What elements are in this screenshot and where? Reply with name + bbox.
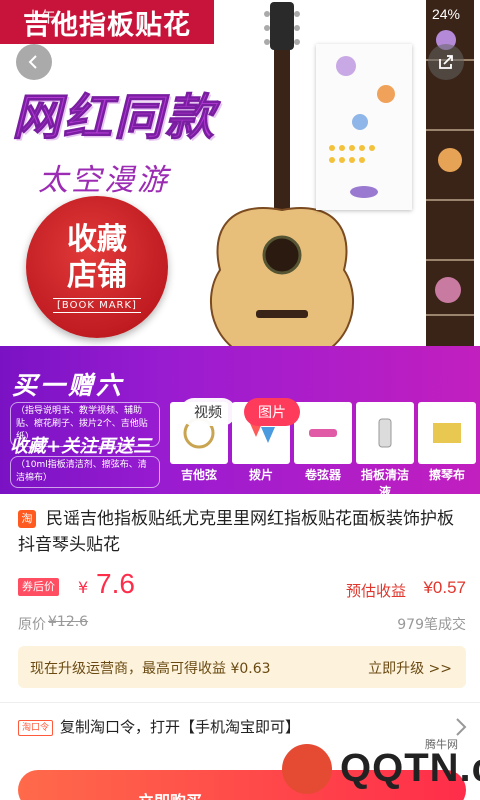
accessory-label: 卷弦器 xyxy=(304,468,341,482)
back-button[interactable] xyxy=(16,44,52,80)
price-row: 券后价 ¥ 7.6 预估收益 ¥0.57 xyxy=(18,568,466,606)
promo-headline-2: 收藏+关注再送三 xyxy=(10,436,152,457)
coupon-price: 7.6 xyxy=(96,568,135,599)
coupon-price-tag: 券后价 xyxy=(18,578,59,596)
tab-video[interactable]: 视频 xyxy=(180,398,236,426)
seal-line2: 店铺 xyxy=(67,257,127,293)
status-icons: 4G 1X 24% xyxy=(320,6,460,22)
tab-image[interactable]: 图片 xyxy=(244,398,300,426)
share-button[interactable] xyxy=(428,44,464,80)
price-currency: ¥ xyxy=(78,578,89,597)
divider xyxy=(0,702,480,703)
estimated-earnings-value: ¥0.57 xyxy=(423,578,466,597)
accessory-label: 指板清洁液 xyxy=(360,468,409,494)
network-type: 4G 1X xyxy=(372,8,398,19)
status-time: 上午 xyxy=(26,9,57,26)
upgrade-now-link[interactable]: 立即升级 >> xyxy=(368,658,452,678)
hero-slogan-sub: 太空漫游 xyxy=(38,163,170,198)
promo-headline-1: 买一赠六 xyxy=(12,371,125,400)
accessory-image xyxy=(418,402,476,464)
accessory-image xyxy=(294,402,352,464)
chevron-left-icon xyxy=(28,55,37,69)
product-detail-page: 上午 4G 1X 24% 吉他指板贴花 网红同款 太空漫游 收藏 店铺 [BOO… xyxy=(0,0,480,800)
upgrade-text: 现在升级运营商，最高可得收益 ¥0.63 xyxy=(30,661,271,677)
taobao-badge: 淘 xyxy=(18,510,36,528)
hero-slogan-main: 网红同款 xyxy=(11,89,217,147)
string-winder-icon xyxy=(309,429,337,437)
space-sticker-art xyxy=(329,56,395,198)
original-price-label: 原价 xyxy=(18,617,46,633)
cell-signal-icon xyxy=(407,7,423,21)
share-icon xyxy=(439,55,453,69)
accessory-label: 吉他弦 xyxy=(180,468,217,482)
seal-line1: 收藏 xyxy=(67,221,127,257)
status-bar: 上午 4G 1X 24% xyxy=(0,0,480,32)
cloth-icon xyxy=(433,423,461,443)
seal-sub: [BOOK MARK] xyxy=(53,297,141,313)
original-price-row: 原价 ¥12.6 979笔成交 xyxy=(18,612,466,634)
accessory-label: 拨片 xyxy=(248,468,273,482)
product-image-carousel[interactable]: 上午 4G 1X 24% 吉他指板贴花 网红同款 太空漫游 收藏 店铺 [BOO… xyxy=(0,0,480,494)
cleaner-bottle-icon xyxy=(378,418,392,448)
accessory-labels: 吉他弦 拨片 卷弦器 指板清洁液 擦琴布 xyxy=(170,466,480,494)
promo-details-2: （10ml指板清洁剂、擦弦布、清洁棉布） xyxy=(10,456,160,488)
battery-level: 24% xyxy=(431,6,460,22)
watermark-logo xyxy=(282,744,332,794)
buy-button-label: 立即购买 xyxy=(138,788,202,800)
fretboard-sticker-card xyxy=(316,44,412,210)
signal-icon xyxy=(348,7,364,21)
product-title: 淘民谣吉他指板贴纸尤克里里网红指板贴花面板装饰护板抖音琴头贴花 xyxy=(18,506,466,558)
wifi-icon xyxy=(321,7,338,20)
original-price: ¥12.6 xyxy=(48,614,89,630)
sold-count: 979笔成交 xyxy=(397,617,466,633)
bookmark-store-seal: 收藏 店铺 [BOOK MARK] xyxy=(26,196,168,338)
media-toggle: 视频 图片 xyxy=(180,398,300,426)
watermark-brand: QQTN.com xyxy=(340,746,480,790)
site-watermark: 腾牛网 QQTN.com xyxy=(254,730,480,800)
product-title-text: 民谣吉他指板贴纸尤克里里网红指板贴花面板装饰护板抖音琴头贴花 xyxy=(18,509,454,555)
taokouling-tag: 淘口令 xyxy=(18,720,54,736)
estimated-earnings-label: 预估收益 xyxy=(345,582,406,600)
accessory-label: 擦琴布 xyxy=(428,468,465,482)
upgrade-operator-bar[interactable]: 现在升级运营商，最高可得收益 ¥0.63 立即升级 >> xyxy=(18,646,466,688)
accessory-image xyxy=(356,402,414,464)
